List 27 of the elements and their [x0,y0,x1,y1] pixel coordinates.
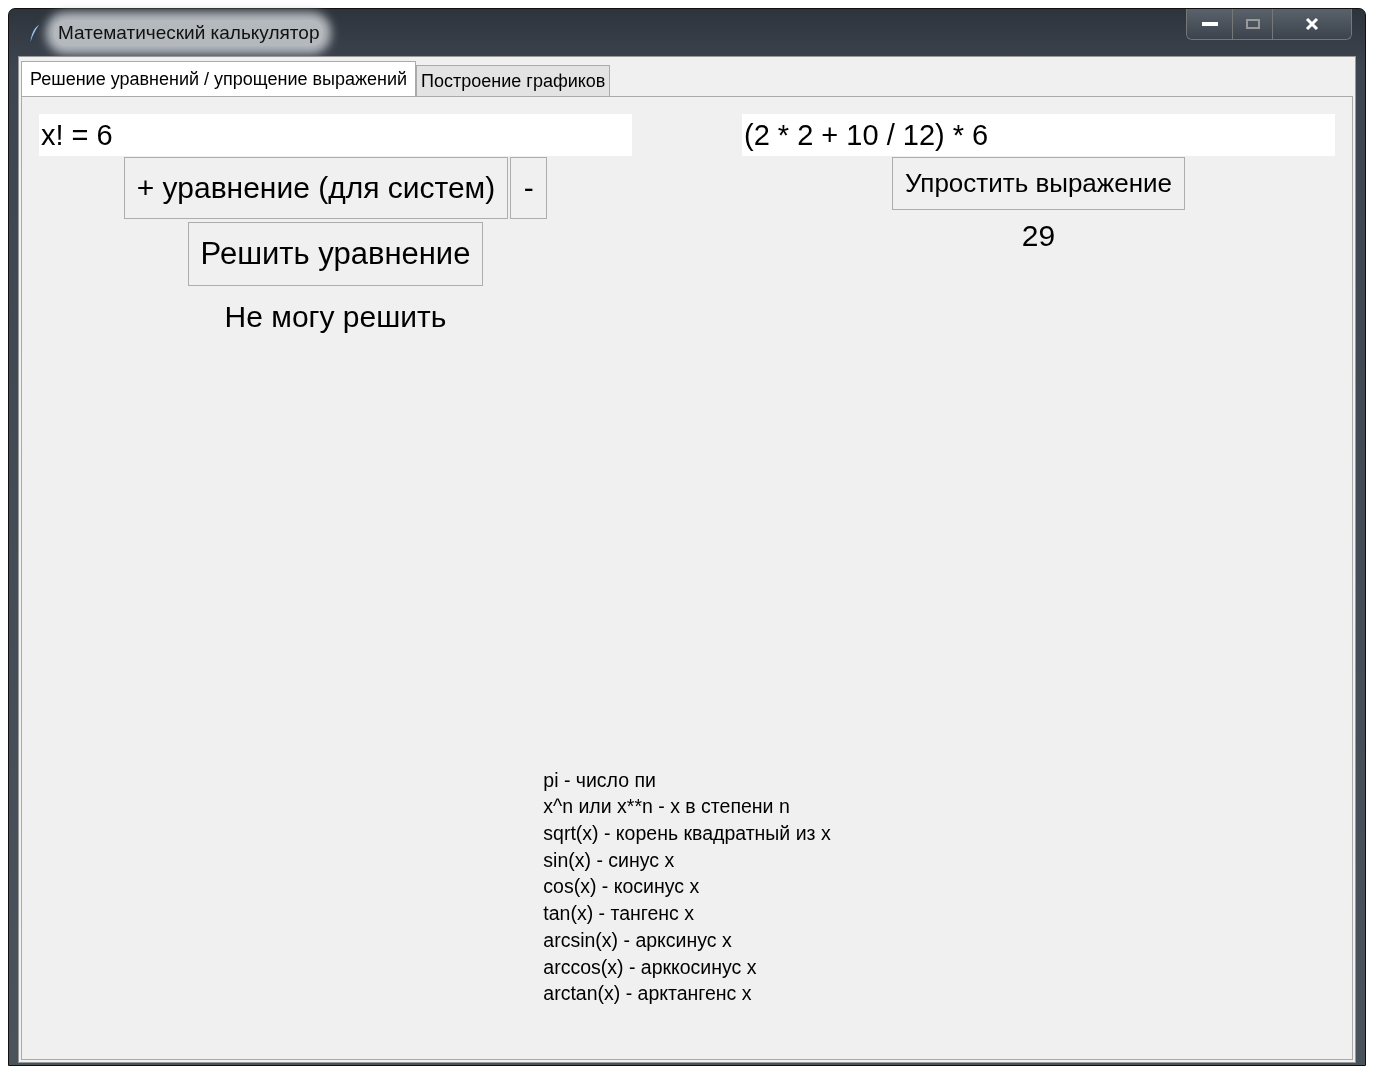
help-line: pi - число пи [543,767,657,793]
maximize-icon [1245,19,1260,29]
tab[interactable]: Решение уравнений / упрощение выражений [21,61,417,96]
simplify-result: 29 [1021,219,1056,253]
close-icon [1305,18,1319,30]
solve-button[interactable]: Решить уравнение [187,222,484,286]
help-line: arcsin(x) - арксинус x [543,927,733,953]
solve-result: Не могу решить [224,300,447,334]
help-line: x^n или x**n - x в степени n [543,794,791,820]
help-line: sqrt(x) - корень квадратный из x [543,821,831,847]
help-line: sin(x) - синус x [543,847,676,873]
equation-field[interactable]: x! = 6 [39,114,632,156]
maximize-button[interactable] [1233,9,1273,39]
add-equation-button[interactable]: + уравнение (для систем) [123,157,509,219]
help-line: arctan(x) - арктангенс x [543,981,753,1007]
expression-field[interactable]: (2 * 2 + 10 / 12) * 6 [742,114,1335,156]
minimize-icon [1201,21,1218,27]
minimize-button[interactable] [1187,9,1233,39]
remove-equation-button[interactable]: - [510,157,548,219]
tab[interactable]: Построение графиков [416,65,611,96]
feather-icon [28,22,42,43]
simplify-button[interactable]: Упростить выражение [891,157,1186,210]
help-line: arccos(x) - арккосинус x [543,954,758,980]
window-title: Математический калькулятор [54,19,324,46]
close-button[interactable] [1273,9,1351,39]
help-line: cos(x) - косинус x [543,874,701,900]
help-line: tan(x) - тангенс x [543,901,695,927]
